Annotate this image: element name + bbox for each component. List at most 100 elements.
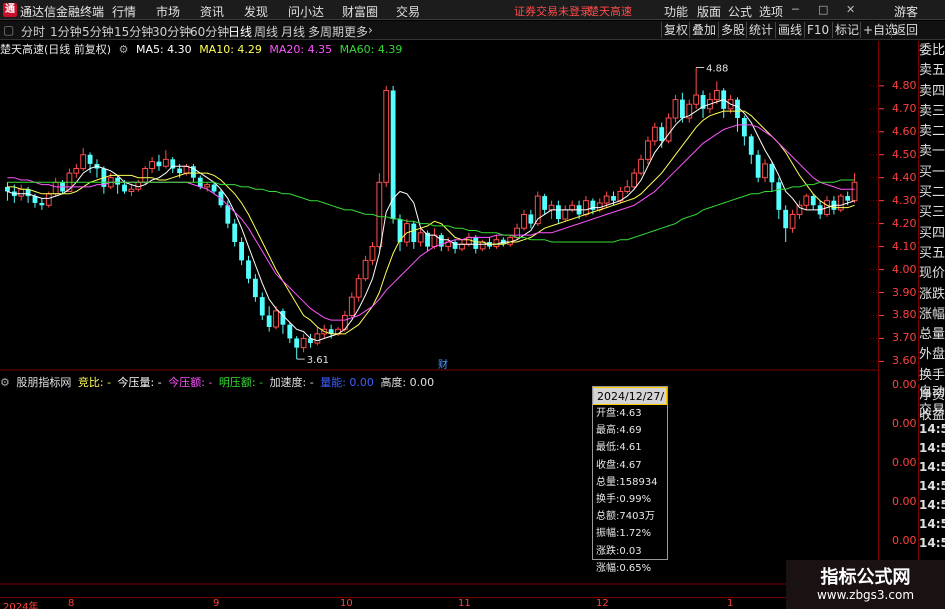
indicator-tick-label: 0.00 (892, 456, 917, 469)
candle-body-up (362, 259, 369, 280)
candle-body-up (493, 239, 500, 248)
y-tick-label: 4.30 (892, 193, 917, 207)
trade-panel-label[interactable]: 交易 (919, 402, 945, 420)
quote-field-label: 买四 (919, 225, 945, 241)
candle-body-down (211, 184, 217, 192)
quote-field-label: 总量 (919, 327, 945, 343)
info-row: 振幅:1.72% (596, 528, 652, 540)
candle-body-down (259, 297, 265, 316)
candle-body-down (252, 278, 258, 298)
candle-body-up (314, 333, 321, 344)
candle-body-down (5, 186, 10, 192)
quote-field-label: 卖二 (919, 124, 945, 140)
indicator-name: 股朋指标网 (16, 376, 72, 389)
candle-body-down (783, 209, 789, 229)
candle-body-up (355, 278, 362, 298)
candle-body-down (473, 237, 479, 249)
candle-body-down (845, 196, 851, 201)
candle-body-up (273, 310, 279, 328)
indicator-jingbi: 竞比: - (77, 376, 112, 389)
price-chart[interactable]: 4.88 3.61 财 (0, 0, 945, 609)
info-row: 最高:4.69 (596, 425, 642, 437)
tick-time: 14:56 (919, 460, 945, 474)
info-row: 换手:0.99% (596, 494, 652, 506)
candle-body-up (369, 246, 376, 261)
candle-body-up (52, 181, 59, 195)
indicator-tick-label: 0.00 (892, 417, 917, 430)
quote-field-label: 卖一 (919, 144, 945, 160)
candle-body-up (204, 184, 211, 188)
candle-body-down (287, 324, 293, 339)
candle-body-up (638, 158, 644, 174)
candle-body-up (142, 168, 149, 183)
candle-body-up (713, 89, 720, 101)
candle-body-up (417, 232, 424, 243)
indicator-tick-label: 0.00 (892, 534, 917, 547)
trade-panel: 自动交易 14:56 14:56 14:56 14:56 14:56 14:56 14:56 (918, 384, 945, 584)
candle-body-down (411, 223, 417, 242)
indicator-gaodu: 高度: 0.00 (380, 376, 435, 389)
candle-body-up (803, 195, 810, 206)
quote-field-label: 委比 (919, 43, 945, 58)
y-tick-label: 3.60 (892, 354, 917, 368)
indicator-jinyaer: 今压额: - (168, 376, 213, 389)
candle-body-up (128, 188, 135, 192)
quote-field-label: 外盘 (919, 347, 945, 363)
y-tick-label: 4.60 (892, 124, 917, 138)
time-tick-label: 8 (68, 598, 75, 609)
watermark-title: 指标公式网 (820, 567, 911, 588)
candle-body-down (246, 260, 251, 279)
candle-body-down (122, 184, 127, 192)
candle-body-up (300, 337, 307, 349)
info-row: 最低:4.61 (596, 442, 642, 454)
quote-field-label: 卖四 (919, 83, 945, 99)
candle-body-up (651, 126, 658, 142)
candle-body-down (170, 159, 176, 169)
y-tick-label: 3.90 (892, 285, 917, 299)
candle-body-up (80, 154, 87, 170)
candle-body-up (548, 204, 555, 211)
indicator-jiasudu: 加速度: - (269, 376, 314, 389)
candle-body-up (45, 193, 52, 206)
candle-body-down (679, 99, 685, 118)
candle-body-up (507, 236, 514, 245)
candle-body-up (665, 117, 672, 142)
candle-body-down (87, 154, 93, 164)
candle-body-down (294, 338, 300, 348)
candle-body-up (459, 243, 465, 250)
tick-time: 14:56 (919, 422, 945, 436)
candle-body-down (611, 196, 616, 201)
indicator-tick-label: 0.00 (892, 495, 917, 508)
candle-body-down (528, 214, 534, 224)
candle-body-down (741, 118, 747, 137)
time-tick-label: 2024年 (3, 602, 39, 609)
tick-time: 14:56 (919, 536, 945, 550)
candle-body-up (569, 204, 576, 211)
y-tick-label: 3.80 (892, 308, 917, 322)
low-marker-label: 3.61 (307, 355, 329, 366)
y-tick-label: 4.50 (892, 147, 917, 161)
quote-field-label: 买二 (919, 185, 945, 201)
ma-line-ma5 (7, 99, 855, 342)
indicator-header: ⚙ 股朋指标网 竞比: - 今压量: - 今压额: - 明压额: - 加速度: … (0, 374, 437, 389)
candle-body-down (748, 136, 754, 155)
candle-body-up (562, 209, 569, 220)
candle-body-up (521, 213, 527, 229)
candle-body-up (73, 168, 80, 174)
candle-body-up (645, 140, 651, 160)
candle-body-up (514, 227, 520, 238)
time-tick-label: 12 (596, 598, 609, 609)
time-tick-label: 11 (458, 598, 471, 609)
candle-body-down (115, 177, 121, 185)
info-row: 总量:158934 (596, 476, 658, 488)
info-row: 收盘:4.67 (596, 459, 642, 471)
info-row: 涨跌:0.03 (596, 545, 642, 557)
time-tick-label: 10 (340, 598, 353, 609)
tick-time: 14:56 (919, 498, 945, 512)
trade-panel-label[interactable]: 自动 (919, 384, 945, 402)
candle-body-up (603, 195, 610, 204)
indicator-settings-icon[interactable]: ⚙ (0, 376, 10, 389)
watermark: 指标公式网 www.zbgs3.com (786, 560, 945, 609)
info-row: 总额:7403万 (596, 511, 655, 523)
candle-body-up (18, 188, 25, 197)
